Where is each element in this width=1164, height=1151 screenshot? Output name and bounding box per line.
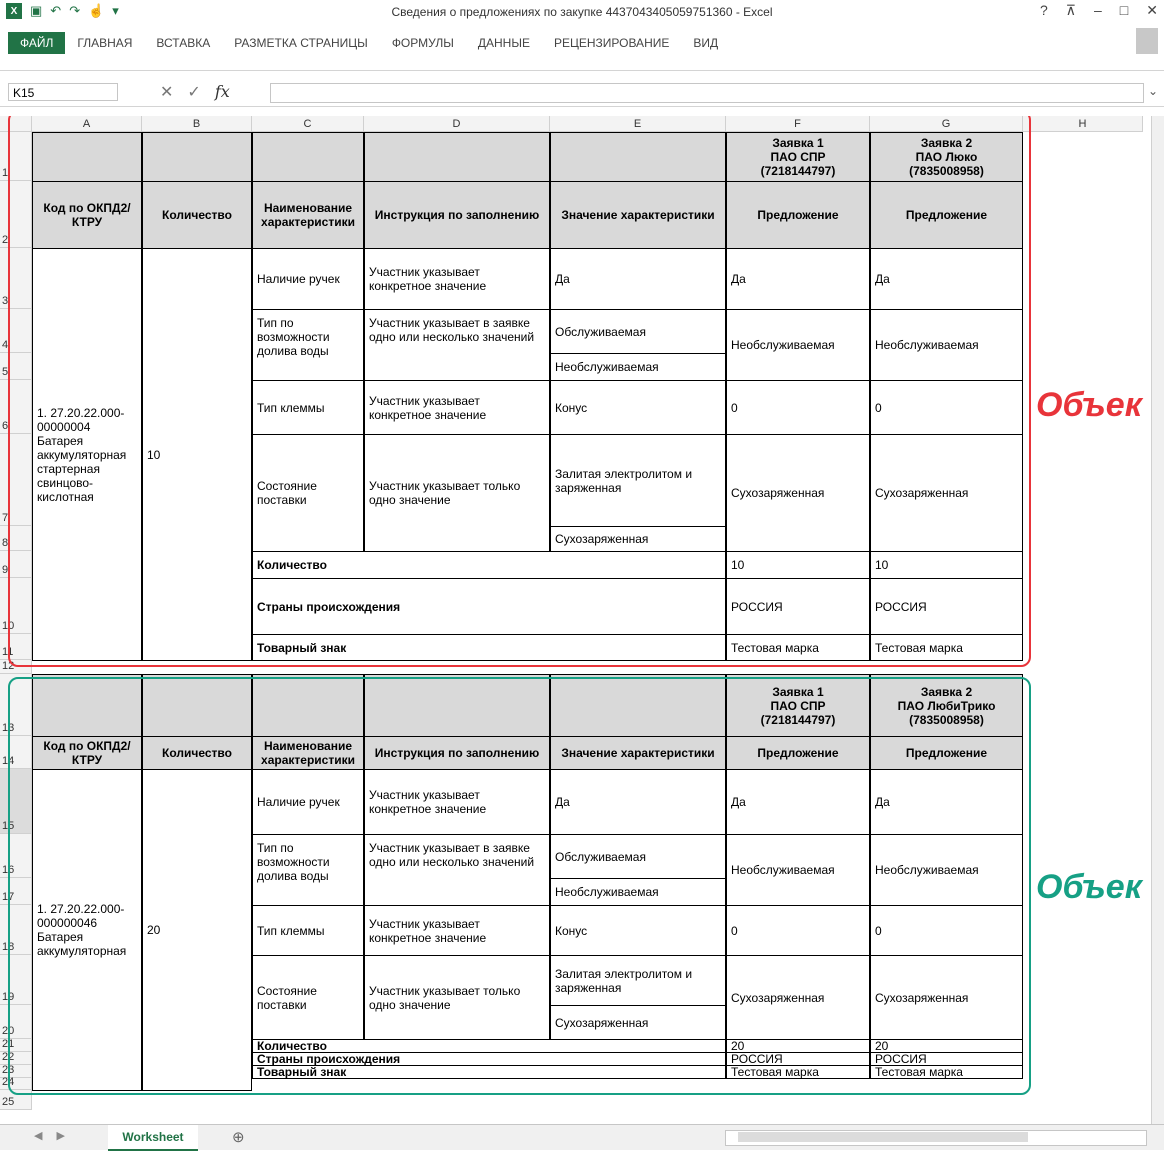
object-1-label: Объек — [1036, 386, 1142, 424]
horizontal-scrollbar[interactable] — [725, 1130, 1147, 1146]
name-box[interactable]: K15 — [8, 83, 118, 101]
vertical-scrollbar[interactable] — [1151, 116, 1164, 1124]
help-button[interactable]: ? — [1040, 2, 1048, 19]
tab-file[interactable]: ФАЙЛ — [8, 32, 66, 54]
tab-insert[interactable]: ВСТАВКА — [144, 32, 222, 54]
highlight-frame-object-1 — [8, 116, 1031, 667]
ribbon-display-icon[interactable]: ⊼ — [1066, 2, 1076, 19]
enter-icon[interactable]: ✓ — [187, 82, 200, 102]
tab-page-layout[interactable]: РАЗМЕТКА СТРАНИЦЫ — [222, 32, 380, 54]
sheet-nav-arrows-icon[interactable]: ◀▶ — [34, 1129, 79, 1142]
minimize-button[interactable]: – — [1094, 2, 1102, 19]
column-header-h[interactable]: H — [1023, 116, 1143, 132]
ribbon: ФАЙЛ ГЛАВНАЯ ВСТАВКА РАЗМЕТКА СТРАНИЦЫ Ф… — [0, 24, 1164, 71]
sheet-tab-bar: ◀▶ Worksheet ⊕ — [0, 1124, 1164, 1151]
insert-function-button[interactable]: fx — [215, 82, 230, 102]
expand-formula-icon[interactable]: ⌄ — [1148, 84, 1158, 98]
highlight-frame-object-2 — [8, 677, 1031, 1095]
object-2-label: Объек — [1036, 868, 1142, 906]
formula-buttons: ✕ ✓ fx — [160, 82, 230, 102]
formula-bar: K15 ✕ ✓ fx ⌄ — [0, 80, 1164, 107]
scrollbar-thumb[interactable] — [738, 1132, 1028, 1142]
tab-home[interactable]: ГЛАВНАЯ — [65, 32, 144, 54]
tab-view[interactable]: ВИД — [681, 32, 730, 54]
title-bar: X ▣ ↶ ↷ ☝ ▾ Сведения о предложениях по з… — [0, 0, 1164, 24]
worksheet-grid[interactable]: A B C D E F G H 1 2 3 4 5 6 7 8 9 10 11 … — [0, 116, 1164, 1124]
maximize-button[interactable]: □ — [1120, 2, 1128, 19]
formula-input[interactable] — [270, 83, 1144, 103]
user-avatar[interactable] — [1136, 28, 1158, 54]
window-controls: ? ⊼ – □ ✕ — [1040, 2, 1158, 19]
window-title: Сведения о предложениях по закупке 44370… — [391, 5, 773, 19]
tab-data[interactable]: ДАННЫЕ — [466, 32, 542, 54]
add-sheet-button[interactable]: ⊕ — [232, 1128, 245, 1146]
ribbon-tabs: ФАЙЛ ГЛАВНАЯ ВСТАВКА РАЗМЕТКА СТРАНИЦЫ Ф… — [8, 32, 730, 54]
cancel-icon[interactable]: ✕ — [160, 82, 173, 102]
close-button[interactable]: ✕ — [1146, 2, 1158, 19]
sheet-tab-worksheet[interactable]: Worksheet — [108, 1125, 198, 1151]
tab-review[interactable]: РЕЦЕНЗИРОВАНИЕ — [542, 32, 681, 54]
tab-formulas[interactable]: ФОРМУЛЫ — [380, 32, 466, 54]
